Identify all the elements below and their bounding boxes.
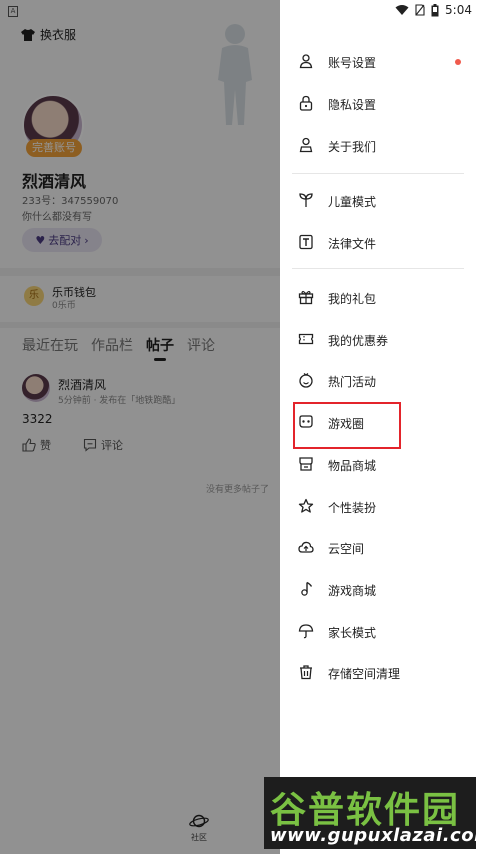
menu-label: 账号设置 — [328, 56, 377, 70]
menu-storage-cleanup[interactable]: 存储空间清理 — [280, 656, 480, 690]
no-sim-icon — [415, 4, 425, 16]
menu-legal-documents[interactable]: 法律文件 — [280, 226, 480, 260]
menu-label: 云空间 — [328, 542, 365, 556]
menu-hot-events[interactable]: 热门活动 — [280, 364, 480, 398]
watermark-url: www.gupuxlazai.com — [270, 825, 480, 846]
status-bar: 5:04 — [395, 3, 472, 17]
notification-dot — [455, 59, 461, 65]
highlight-box — [293, 402, 401, 449]
menu-cloud-space[interactable]: 云空间 — [280, 531, 480, 565]
sprout-icon — [299, 193, 313, 207]
menu-label: 个性装扮 — [328, 501, 377, 515]
coupon-icon — [298, 333, 314, 345]
cloud-icon — [298, 541, 314, 553]
menu-game-store[interactable]: 游戏商城 — [280, 573, 480, 607]
divider — [292, 173, 464, 174]
store-icon — [299, 457, 313, 471]
menu-label: 儿童模式 — [328, 195, 377, 209]
trash-icon — [300, 665, 312, 680]
menu-label: 关于我们 — [328, 140, 377, 154]
umbrella-icon — [298, 624, 314, 639]
menu-parent-mode[interactable]: 家长模式 — [280, 615, 480, 649]
menu-label: 存储空间清理 — [328, 667, 401, 681]
menu-privacy-settings[interactable]: 隐私设置 — [280, 87, 480, 121]
menu-label: 物品商城 — [328, 459, 377, 473]
menu-item-store[interactable]: 物品商城 — [280, 448, 480, 482]
watermark-logo: 谷普软件园 www.gupuxlazai.com — [264, 777, 480, 849]
info-person-icon — [299, 137, 313, 153]
clock: 5:04 — [445, 3, 472, 17]
gift-icon — [298, 290, 314, 305]
menu-label: 热门活动 — [328, 375, 377, 389]
smile-badge-icon — [299, 373, 313, 388]
person-icon — [299, 54, 313, 69]
side-drawer: 账号设置 隐私设置 关于我们 儿童模式 法律文件 我的礼包 我的优惠券 热门活动… — [280, 0, 480, 854]
menu-label: 隐私设置 — [328, 98, 377, 112]
menu-account-settings[interactable]: 账号设置 — [280, 45, 480, 79]
battery-icon — [431, 3, 439, 16]
menu-my-gifts[interactable]: 我的礼包 — [280, 281, 480, 315]
menu-my-coupons[interactable]: 我的优惠券 — [280, 323, 480, 357]
document-t-icon — [299, 234, 313, 250]
star-outline-icon — [298, 498, 314, 513]
music-note-icon — [301, 581, 313, 596]
lock-icon — [299, 95, 313, 111]
menu-personal-dressup[interactable]: 个性装扮 — [280, 490, 480, 524]
wifi-icon — [395, 5, 409, 15]
menu-label: 我的优惠券 — [328, 334, 389, 348]
menu-kids-mode[interactable]: 儿童模式 — [280, 184, 480, 218]
menu-label: 我的礼包 — [328, 292, 377, 306]
divider — [292, 268, 464, 269]
menu-about-us[interactable]: 关于我们 — [280, 129, 480, 163]
menu-label: 法律文件 — [328, 237, 377, 251]
menu-label: 家长模式 — [328, 626, 377, 640]
menu-label: 游戏商城 — [328, 584, 377, 598]
